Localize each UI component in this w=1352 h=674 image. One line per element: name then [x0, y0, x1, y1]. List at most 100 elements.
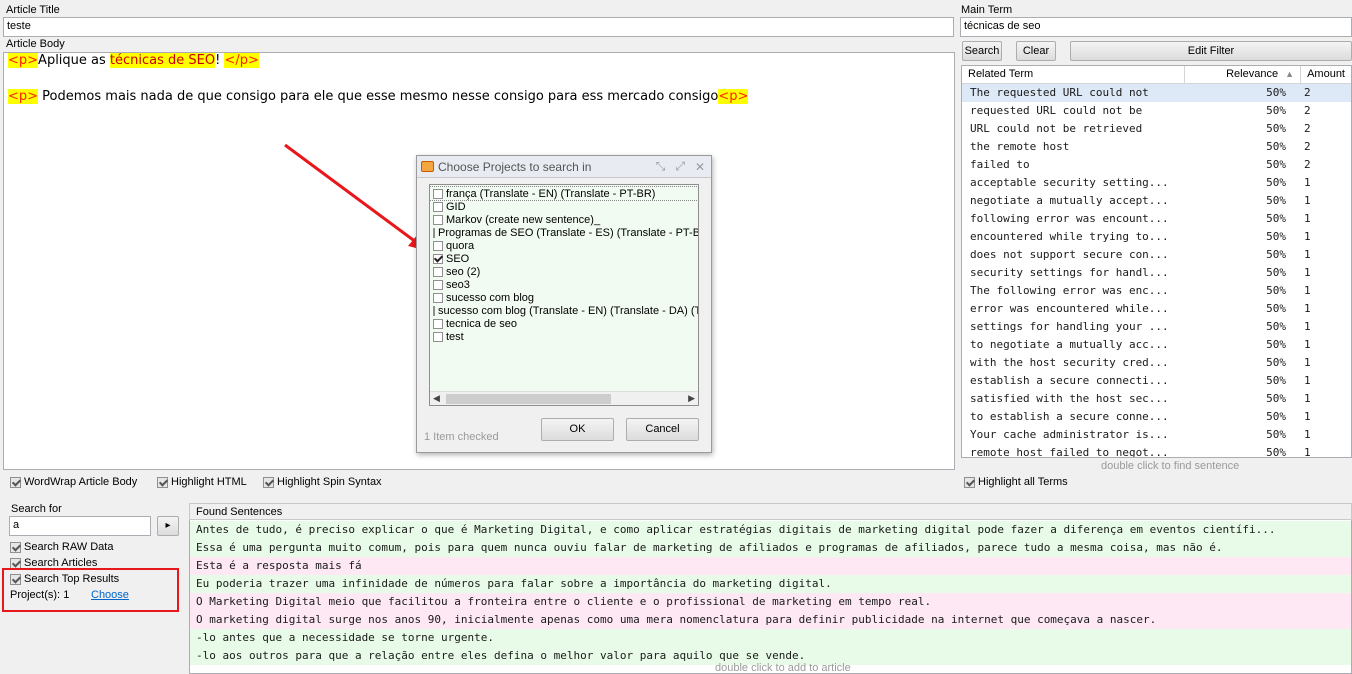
term-row[interactable]: following error was encount... 50% 1 — [962, 210, 1351, 228]
search-articles-checkbox[interactable] — [10, 557, 21, 569]
highlight-html-checkbox[interactable] — [157, 476, 168, 488]
term-row[interactable]: security settings for handl... 50% 1 — [962, 264, 1351, 282]
term-row[interactable]: encountered while trying to... 50% 1 — [962, 228, 1351, 246]
edit-filter-button[interactable]: Edit Filter — [1070, 41, 1352, 61]
project-checkbox[interactable] — [433, 305, 435, 316]
term-row[interactable]: acceptable security setting... 50% 1 — [962, 174, 1351, 192]
dialog-expand-icon[interactable]: ⤢ — [675, 159, 685, 174]
project-checkbox[interactable] — [433, 292, 443, 303]
amount-cell: 1 — [1304, 302, 1311, 315]
search-raw-option[interactable]: Search RAW Data — [10, 541, 113, 553]
search-go-button[interactable]: ▸ — [157, 516, 179, 536]
term-rows: The requested URL could not 50% 2 requested… — [962, 84, 1351, 457]
project-checkbox[interactable] — [433, 279, 443, 290]
project-item[interactable]: GID — [430, 200, 698, 213]
main-term-label: Main Term — [961, 4, 1013, 16]
sentence-row[interactable]: O marketing digital surge nos anos 90, i… — [190, 611, 1351, 629]
term-row[interactable]: failed to 50% 2 — [962, 156, 1351, 174]
dialog-shrink-icon[interactable]: ⤡ — [656, 159, 666, 174]
project-item[interactable]: sucesso com blog (Translate - EN) (Trans… — [430, 304, 698, 317]
relevance-cell: 50% — [1266, 410, 1286, 423]
term-row[interactable]: to negotiate a mutually acc... 50% 1 — [962, 336, 1351, 354]
project-item[interactable]: seo3 — [430, 278, 698, 291]
amount-cell: 2 — [1304, 158, 1311, 171]
highlight-terms-checkbox[interactable] — [964, 476, 975, 488]
project-checkbox[interactable] — [433, 266, 443, 277]
article-title-input[interactable]: teste — [3, 17, 954, 37]
wordwrap-checkbox[interactable] — [10, 476, 21, 488]
term-row[interactable]: requested URL could not be 50% 2 — [962, 102, 1351, 120]
project-checkbox[interactable] — [433, 214, 443, 225]
sentence-row[interactable]: -lo antes que a necessidade se torne urg… — [190, 629, 1351, 647]
scrollbar-thumb[interactable] — [445, 393, 611, 404]
term-row[interactable]: establish a secure connecti... 50% 1 — [962, 372, 1351, 390]
project-item[interactable]: test — [430, 330, 698, 343]
sentence-row[interactable]: O Marketing Digital meio que facilitou a… — [190, 593, 1351, 611]
col-related-term[interactable]: Related Term — [962, 66, 1186, 83]
term-row[interactable]: error was encountered while... 50% 1 — [962, 300, 1351, 318]
term-row[interactable]: URL could not be retrieved 50% 2 — [962, 120, 1351, 138]
relevance-cell: 50% — [1266, 158, 1286, 171]
project-label: Markov (create new sentence)_ — [446, 213, 601, 226]
project-item[interactable]: quora — [430, 239, 698, 252]
projects-list[interactable]: frança (Translate - EN) (Translate - PT-… — [429, 184, 699, 406]
term-row[interactable]: Your cache administrator is... 50% 1 — [962, 426, 1351, 444]
project-item[interactable]: tecnica de seo — [430, 317, 698, 330]
term-row[interactable]: does not support secure con... 50% 1 — [962, 246, 1351, 264]
dialog-close-icon[interactable]: ✕ — [695, 160, 705, 174]
related-terms-table[interactable]: Related Term Relevance ▲ Amount The requ… — [961, 65, 1352, 458]
clear-button[interactable]: Clear — [1016, 41, 1056, 61]
scroll-left-icon[interactable]: ◀ — [433, 393, 440, 404]
project-checkbox[interactable] — [433, 188, 443, 199]
dialog-status: 1 Item checked — [424, 431, 499, 443]
term-row[interactable]: remote host failed to negot... 50% 1 — [962, 444, 1351, 457]
term-row[interactable]: the remote host 50% 2 — [962, 138, 1351, 156]
col-relevance[interactable]: Relevance ▲ — [1185, 66, 1302, 83]
project-item[interactable]: SEO — [430, 252, 698, 265]
highlight-html-option[interactable]: Highlight HTML — [157, 476, 247, 488]
project-item[interactable]: frança (Translate - EN) (Translate - PT-… — [430, 186, 698, 201]
term-row[interactable]: to establish a secure conne... 50% 1 — [962, 408, 1351, 426]
sentence-row[interactable]: Antes de tudo, é preciso explicar o que … — [190, 521, 1351, 539]
term-cell: The following error was enc... — [970, 284, 1169, 297]
search-for-input[interactable]: a — [9, 516, 151, 536]
sentence-row[interactable]: Eu poderia trazer uma infinidade de núme… — [190, 575, 1351, 593]
project-checkbox[interactable] — [433, 227, 435, 238]
project-checkbox[interactable] — [433, 253, 443, 264]
project-item[interactable]: seo (2) — [430, 265, 698, 278]
term-row[interactable]: negotiate a mutually accept... 50% 1 — [962, 192, 1351, 210]
project-item[interactable]: Programas de SEO (Translate - ES) (Trans… — [430, 226, 698, 239]
term-row[interactable]: The requested URL could not 50% 2 — [962, 84, 1351, 102]
ok-button[interactable]: OK — [541, 418, 614, 441]
project-item[interactable]: sucesso com blog — [430, 291, 698, 304]
highlight-spin-checkbox[interactable] — [263, 476, 274, 488]
relevance-cell: 50% — [1266, 428, 1286, 441]
term-row[interactable]: settings for handling your ... 50% 1 — [962, 318, 1351, 336]
project-checkbox[interactable] — [433, 240, 443, 251]
main-term-input[interactable]: técnicas de seo — [960, 17, 1352, 37]
dialog-titlebar[interactable]: Choose Projects to search in ⤡ ⤢ ✕ — [417, 156, 711, 178]
term-cell: to establish a secure conne... — [970, 410, 1169, 423]
highlight-terms-option[interactable]: Highlight all Terms — [964, 476, 1068, 488]
project-label: seo (2) — [446, 265, 481, 278]
term-cell: URL could not be retrieved — [970, 122, 1143, 135]
choose-projects-dialog[interactable]: Choose Projects to search in ⤡ ⤢ ✕ franç… — [416, 155, 712, 453]
horizontal-scrollbar[interactable]: ◀ ▶ — [430, 391, 698, 405]
scroll-right-icon[interactable]: ▶ — [688, 393, 695, 404]
search-raw-checkbox[interactable] — [10, 541, 21, 553]
col-amount[interactable]: Amount — [1301, 66, 1351, 83]
term-row[interactable]: The following error was enc... 50% 1 — [962, 282, 1351, 300]
project-checkbox[interactable] — [433, 201, 443, 212]
highlight-spin-option[interactable]: Highlight Spin Syntax — [263, 476, 382, 488]
project-item[interactable]: Markov (create new sentence)_ — [430, 213, 698, 226]
found-sentences-list[interactable]: Antes de tudo, é preciso explicar o que … — [189, 503, 1352, 674]
sentence-row[interactable]: Essa é uma pergunta muito comum, pois pa… — [190, 539, 1351, 557]
term-row[interactable]: with the host security cred... 50% 1 — [962, 354, 1351, 372]
wordwrap-option[interactable]: WordWrap Article Body — [10, 476, 137, 488]
search-button[interactable]: Search — [962, 41, 1002, 61]
sentence-row[interactable]: Esta é a resposta mais fá — [190, 557, 1351, 575]
project-checkbox[interactable] — [433, 318, 443, 329]
cancel-button[interactable]: Cancel — [626, 418, 699, 441]
term-row[interactable]: satisfied with the host sec... 50% 1 — [962, 390, 1351, 408]
project-checkbox[interactable] — [433, 331, 443, 342]
